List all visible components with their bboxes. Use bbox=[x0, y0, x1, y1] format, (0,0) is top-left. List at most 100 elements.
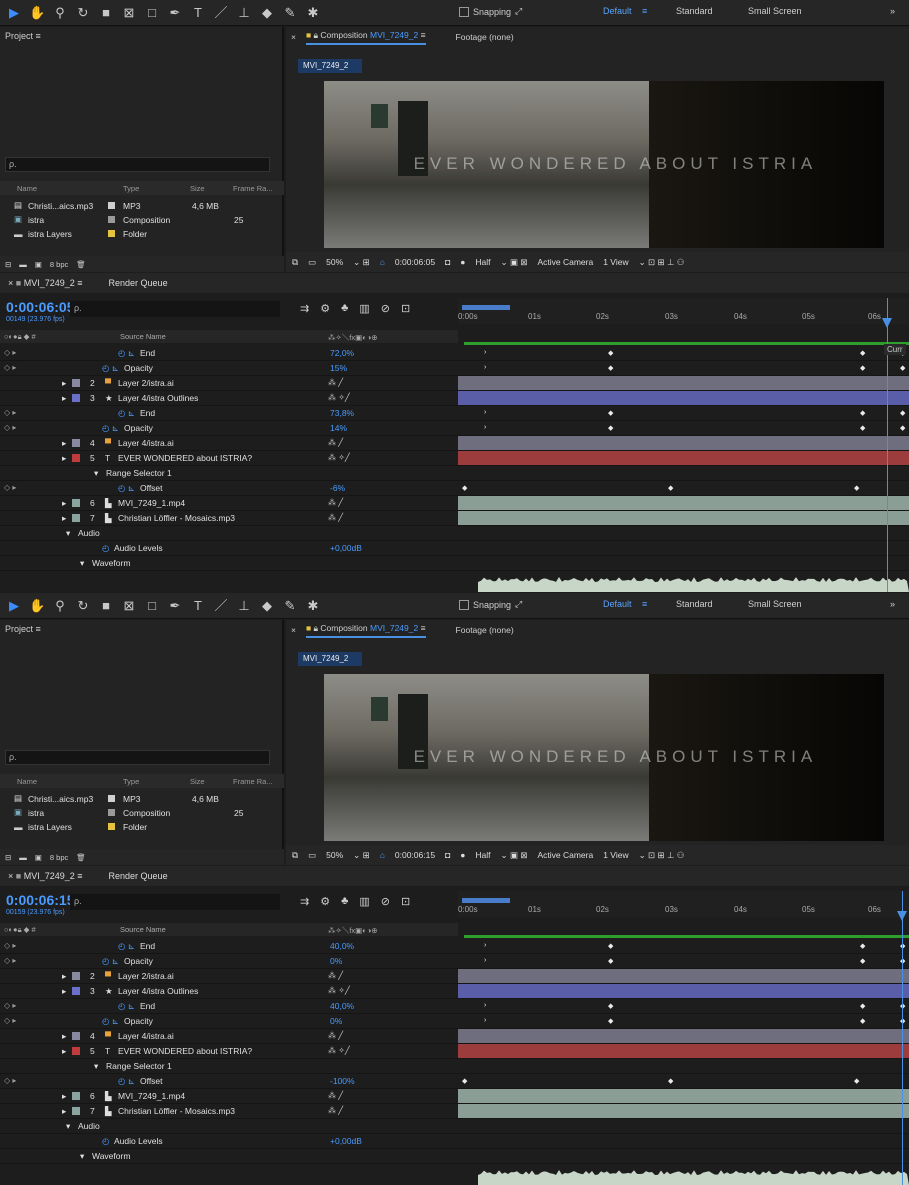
selection-tool-icon[interactable]: ▶ bbox=[6, 597, 22, 615]
timeline-search-input[interactable]: ρ. bbox=[70, 301, 280, 317]
layer-duration-bar[interactable] bbox=[458, 376, 909, 390]
workspace-default[interactable]: Default bbox=[603, 599, 632, 609]
project-title[interactable]: Project ≡ bbox=[5, 624, 41, 634]
frame-blending-icon[interactable]: ▥ bbox=[359, 895, 369, 908]
view-options-icon[interactable]: ⌄ ⊡ ⊞ ⊥ ⚇ bbox=[639, 850, 685, 861]
snapping-control[interactable]: Snapping ⤢ bbox=[459, 6, 522, 17]
keyframe-nav-icon[interactable]: ◇ ▸ bbox=[4, 1076, 16, 1085]
stopwatch-icon[interactable]: ◴ ⊾ bbox=[118, 1076, 135, 1087]
layer-duration-bar[interactable] bbox=[458, 1104, 909, 1118]
layer-duration-bar[interactable] bbox=[458, 511, 909, 525]
audio-levels-row[interactable]: ◴ Audio Levels +0,00dB bbox=[0, 541, 458, 556]
more-workspaces[interactable]: » bbox=[890, 6, 895, 16]
keyframe-nav-icon[interactable]: ◇ ▸ bbox=[4, 423, 16, 432]
waveform-group-row[interactable]: ▾ Waveform bbox=[0, 556, 458, 571]
keyframe[interactable]: ◆ bbox=[462, 1077, 467, 1085]
keyframe[interactable]: ◆ bbox=[860, 409, 865, 417]
shy-icon[interactable]: ♣ bbox=[341, 895, 348, 908]
workspace-default[interactable]: Default bbox=[603, 6, 632, 16]
region-toggle-icon[interactable]: ⌄ ▣ ⊠ bbox=[500, 257, 527, 268]
twirl-icon[interactable]: ▸ bbox=[62, 1106, 66, 1117]
viewer-timecode[interactable]: 0:00:06:05 bbox=[395, 257, 435, 267]
layer-track[interactable] bbox=[458, 391, 909, 406]
keyframe[interactable]: › bbox=[484, 957, 486, 964]
keyframe-nav-icon[interactable]: ◇ ▸ bbox=[4, 408, 16, 417]
project-title[interactable]: Project ≡ bbox=[5, 31, 41, 41]
expand-icon[interactable]: ▾ bbox=[66, 528, 70, 539]
twirl-icon[interactable]: ▸ bbox=[62, 1031, 66, 1042]
timeline-search-input[interactable]: ρ. bbox=[70, 894, 280, 910]
expand-icon[interactable]: ▾ bbox=[94, 1061, 98, 1072]
eraser-tool-icon[interactable]: ◆ bbox=[259, 597, 275, 615]
keyframe[interactable]: › bbox=[484, 942, 486, 949]
stopwatch-icon[interactable]: ◴ bbox=[102, 1136, 109, 1147]
label-color-swatch[interactable] bbox=[72, 514, 80, 522]
stopwatch-icon[interactable]: ◴ ⊾ bbox=[118, 483, 135, 494]
keyframe[interactable]: ◆ bbox=[608, 942, 613, 950]
clone-tool-icon[interactable]: ⊥ bbox=[236, 597, 252, 615]
layer-track[interactable] bbox=[458, 376, 909, 391]
keyframe[interactable]: ◆ bbox=[854, 484, 859, 492]
property-value[interactable]: -6% bbox=[330, 483, 345, 493]
color-icon[interactable]: ● bbox=[460, 850, 465, 860]
layer-duration-bar[interactable] bbox=[458, 436, 909, 450]
layer-track[interactable] bbox=[458, 451, 909, 466]
end-track[interactable]: ›◆◆◆ bbox=[458, 406, 909, 421]
rotate-tool-icon[interactable]: ↻ bbox=[75, 597, 91, 615]
layer-track[interactable] bbox=[458, 1044, 909, 1059]
twirl-icon[interactable]: ▸ bbox=[62, 1091, 66, 1102]
label-color-swatch[interactable] bbox=[72, 454, 80, 462]
resolution-select[interactable]: Half bbox=[475, 257, 490, 267]
layer-track[interactable] bbox=[458, 496, 909, 511]
range-selector-row[interactable]: ▾ Range Selector 1 bbox=[0, 1059, 458, 1074]
motion-blur-icon[interactable]: ⊘ bbox=[381, 302, 390, 315]
time-ruler[interactable]: 0:00s 01s 02s 03s 04s 05s 06s bbox=[458, 891, 909, 917]
keyframe[interactable]: ◆ bbox=[900, 424, 905, 432]
shy-icon[interactable]: ♣ bbox=[341, 302, 348, 315]
comp-mini-flowchart-icon[interactable]: ⇉ bbox=[300, 895, 309, 908]
work-area-bar[interactable] bbox=[464, 935, 909, 938]
rotate-tool-icon[interactable]: ↻ bbox=[75, 4, 91, 22]
keyframe[interactable]: ◆ bbox=[608, 424, 613, 432]
property-value[interactable]: 73,8% bbox=[330, 408, 354, 418]
keyframe[interactable]: › bbox=[484, 364, 486, 371]
property-value[interactable]: 0% bbox=[330, 1016, 342, 1026]
end-track[interactable]: ›◆◆◆ bbox=[458, 939, 909, 954]
stopwatch-icon[interactable]: ◴ ⊾ bbox=[118, 408, 135, 419]
project-search-input[interactable]: ρ. bbox=[5, 157, 270, 172]
region-icon[interactable]: ⌂ bbox=[380, 257, 385, 267]
current-time[interactable]: 0:00:06:15 bbox=[6, 892, 75, 908]
monitor-icon[interactable]: ▭ bbox=[308, 850, 316, 861]
zoom-tool-icon[interactable]: ⚲ bbox=[52, 597, 68, 615]
offset-track[interactable]: ◆ ◆ ◆ bbox=[458, 1074, 909, 1089]
label-color-swatch[interactable] bbox=[72, 1047, 80, 1055]
keyframe-nav-icon[interactable]: ◇ ▸ bbox=[4, 1016, 16, 1025]
shape-tool-icon[interactable]: □ bbox=[144, 597, 160, 615]
bit-depth[interactable]: 8 bpc bbox=[50, 260, 68, 269]
waveform-group-row[interactable]: ▾ Waveform bbox=[0, 1149, 458, 1164]
workspace-small-screen[interactable]: Small Screen bbox=[748, 6, 802, 16]
trash-icon[interactable]: 🗑 bbox=[76, 260, 86, 269]
keyframe[interactable]: ◆ bbox=[860, 942, 865, 950]
keyframe[interactable]: ◆ bbox=[462, 484, 467, 492]
stopwatch-icon[interactable]: ◴ ⊾ bbox=[118, 348, 135, 359]
tab-footage[interactable]: Footage (none) bbox=[456, 32, 514, 42]
graph-editor-icon[interactable]: ⊡ bbox=[401, 302, 410, 315]
property-value[interactable]: 72,0% bbox=[330, 348, 354, 358]
layer-track[interactable] bbox=[458, 984, 909, 999]
tab-timeline[interactable]: × ■ MVI_7249_2 ≡ bbox=[8, 278, 83, 288]
audio-levels-track[interactable] bbox=[458, 1134, 909, 1149]
close-icon[interactable]: × bbox=[291, 32, 296, 42]
keyframe[interactable]: ◆ bbox=[608, 349, 613, 357]
layer-row[interactable]: ▸ 7 ▙ ⁂ ╱ Christian Löffler - Mosaics.mp3 bbox=[0, 1104, 458, 1119]
audio-group-track[interactable] bbox=[458, 1119, 909, 1134]
current-time[interactable]: 0:00:06:05 bbox=[6, 299, 75, 315]
label-color-swatch[interactable] bbox=[72, 987, 80, 995]
layer-duration-bar[interactable] bbox=[458, 1089, 909, 1103]
layer-row[interactable]: ▸ 3 ★ ⁂ ✧╱ Layer 4/istra Outlines bbox=[0, 391, 458, 406]
tab-timeline[interactable]: × ■ MVI_7249_2 ≡ bbox=[8, 871, 83, 881]
views-select[interactable]: 1 View bbox=[603, 850, 628, 860]
opacity-track[interactable]: ›◆◆◆ bbox=[458, 954, 909, 969]
tab-render-queue[interactable]: Render Queue bbox=[109, 278, 168, 288]
expand-icon[interactable]: ▾ bbox=[80, 558, 84, 569]
